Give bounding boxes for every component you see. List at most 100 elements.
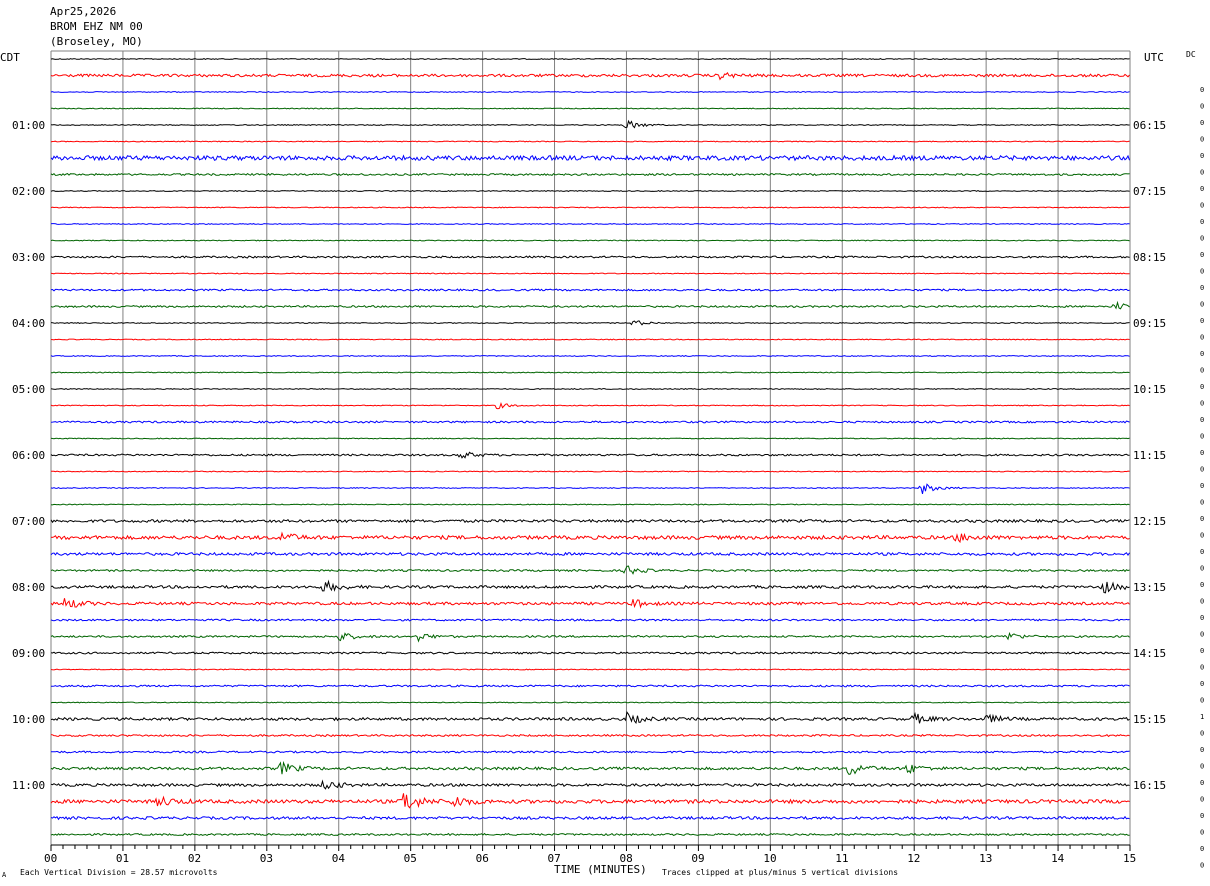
dc-offset-value: 0 bbox=[1200, 284, 1204, 292]
dc-offset-value: 0 bbox=[1200, 730, 1204, 738]
seismic-trace bbox=[50, 119, 1130, 129]
dc-offset-value: 0 bbox=[1200, 829, 1204, 837]
right-hour-label: 10:15 bbox=[1133, 383, 1166, 396]
seismic-trace bbox=[50, 437, 1130, 440]
seismic-trace bbox=[50, 154, 1130, 162]
dc-offset-value: 0 bbox=[1200, 251, 1204, 259]
right-hour-label: 09:15 bbox=[1133, 317, 1166, 330]
seismic-trace bbox=[50, 300, 1130, 310]
dc-offset-value: 0 bbox=[1200, 268, 1204, 276]
dc-offset-value: 0 bbox=[1200, 103, 1204, 111]
dc-offset-value: 0 bbox=[1200, 449, 1204, 457]
right-hour-label: 06:15 bbox=[1133, 119, 1166, 132]
seismic-trace bbox=[50, 793, 1130, 809]
left-hour-label: 06:00 bbox=[12, 449, 45, 462]
x-tick-label: 00 bbox=[44, 852, 57, 865]
dc-offset-value: 0 bbox=[1200, 169, 1204, 177]
dc-offset-value: 0 bbox=[1200, 515, 1204, 523]
seismic-trace bbox=[50, 710, 1130, 725]
dc-offset-value: 0 bbox=[1200, 598, 1204, 606]
helicorder-plot: Apr25,2026 BROM EHZ NM 00 (Broseley, MO)… bbox=[0, 5, 1204, 879]
seismic-trace bbox=[50, 388, 1130, 390]
right-zone-label: UTC bbox=[1144, 51, 1164, 64]
seismic-trace bbox=[51, 684, 1130, 688]
date-label: Apr25,2026 bbox=[50, 5, 116, 18]
x-tick-label: 11 bbox=[835, 852, 848, 865]
dc-offset-value: 0 bbox=[1200, 482, 1204, 490]
seismic-trace bbox=[50, 503, 1130, 506]
dc-offset-value: 0 bbox=[1200, 647, 1204, 655]
dc-offset-value: 0 bbox=[1200, 680, 1204, 688]
station-header: Apr25,2026 BROM EHZ NM 00 (Broseley, MO)… bbox=[0, 5, 1196, 64]
seismic-trace bbox=[50, 701, 1130, 704]
seismic-trace bbox=[50, 255, 1130, 259]
left-hour-label: 07:00 bbox=[12, 515, 45, 528]
seismic-trace bbox=[50, 320, 1130, 326]
vertical-division-note: Each Vertical Division = 28.57 microvolt… bbox=[20, 868, 218, 877]
x-tick-label: 06 bbox=[476, 852, 489, 865]
dc-offset-value: 0 bbox=[1200, 317, 1204, 325]
location-label: (Broseley, MO) bbox=[50, 35, 143, 48]
x-tick-label: 10 bbox=[763, 852, 776, 865]
left-hour-label: 02:00 bbox=[12, 185, 45, 198]
seismic-trace bbox=[50, 760, 1130, 775]
seismic-trace bbox=[50, 518, 1130, 524]
dc-offset-value: 0 bbox=[1200, 614, 1204, 622]
minute-grid bbox=[50, 50, 1131, 845]
clip-note: Traces clipped at plus/minus 5 vertical … bbox=[662, 868, 898, 877]
left-hour-label: 05:00 bbox=[12, 383, 45, 396]
dc-offset-value: 0 bbox=[1200, 433, 1204, 441]
seismic-trace bbox=[50, 551, 1130, 557]
dc-offset-value: 0 bbox=[1200, 334, 1204, 342]
x-axis: 00 01 02 03 04 05 06 07 08 09 10 11 12 13 14 15 bbox=[44, 844, 1136, 865]
left-hour-label: 09:00 bbox=[12, 647, 45, 660]
seismic-trace bbox=[50, 598, 1130, 609]
dc-offset-value: 0 bbox=[1200, 416, 1204, 424]
seismic-trace bbox=[50, 483, 1130, 495]
dc-offset-value: 0 bbox=[1200, 202, 1204, 210]
left-hour-label: 10:00 bbox=[12, 713, 45, 726]
dc-offset-value: 0 bbox=[1200, 763, 1204, 771]
seismic-trace bbox=[50, 631, 1130, 643]
dc-offset-value: 0 bbox=[1200, 119, 1204, 127]
dc-offset-value: 0 bbox=[1200, 779, 1204, 787]
seismic-trace bbox=[50, 579, 1130, 594]
dc-offset-value: 0 bbox=[1200, 152, 1204, 160]
dc-offset-column: 0 0 0 0 0 0 0 0 0 0 0 0 0 0 0 0 0 0 0 0 0 0 0 0 0 0 0 0 0 0 0 0 0 0 0 0 0 0 1 0… bbox=[1200, 86, 1204, 870]
dc-offset-value: 0 bbox=[1200, 565, 1204, 573]
seismic-traces bbox=[50, 58, 1130, 837]
right-hour-label: 13:15 bbox=[1133, 581, 1166, 594]
seismic-trace bbox=[51, 750, 1130, 754]
dc-offset-value: 1 bbox=[1200, 713, 1204, 721]
x-tick-label: 15 bbox=[1123, 852, 1136, 865]
right-hour-label: 11:15 bbox=[1133, 449, 1166, 462]
seismic-trace bbox=[50, 565, 1130, 575]
x-tick-label: 14 bbox=[1051, 852, 1065, 865]
dc-offset-value: 0 bbox=[1200, 532, 1204, 540]
left-hour-label: 01:00 bbox=[12, 119, 45, 132]
dc-offset-value: 0 bbox=[1200, 845, 1204, 853]
seismic-trace bbox=[50, 140, 1130, 143]
right-hour-label: 07:15 bbox=[1133, 185, 1166, 198]
dc-offset-value: 0 bbox=[1200, 367, 1204, 375]
seismic-trace bbox=[50, 239, 1130, 242]
seismic-trace bbox=[50, 401, 1130, 410]
seismic-trace bbox=[50, 223, 1130, 225]
seismic-trace bbox=[50, 668, 1130, 671]
left-hour-labels: 01:00 02:00 03:00 04:00 05:00 06:00 07:00 08:00… bbox=[12, 119, 45, 792]
left-hour-label: 03:00 bbox=[12, 251, 45, 264]
seismic-trace bbox=[50, 58, 1130, 60]
x-tick-label: 13 bbox=[979, 852, 992, 865]
dc-offset-value: 0 bbox=[1200, 136, 1204, 144]
seismic-trace bbox=[51, 107, 1130, 110]
dc-offset-value: 0 bbox=[1200, 796, 1204, 804]
dc-offset-value: 0 bbox=[1200, 350, 1204, 358]
dc-offset-value: 0 bbox=[1200, 383, 1204, 391]
right-hour-labels: 06:15 07:15 08:15 09:15 10:15 11:15 12:15 13:15… bbox=[1133, 119, 1166, 792]
dc-offset-value: 0 bbox=[1200, 812, 1204, 820]
dc-offset-value: 0 bbox=[1200, 301, 1204, 309]
left-zone-label: CDT bbox=[0, 51, 20, 64]
seismic-trace bbox=[51, 371, 1130, 374]
seismic-trace bbox=[50, 272, 1130, 275]
dc-offset-value: 0 bbox=[1200, 86, 1204, 94]
